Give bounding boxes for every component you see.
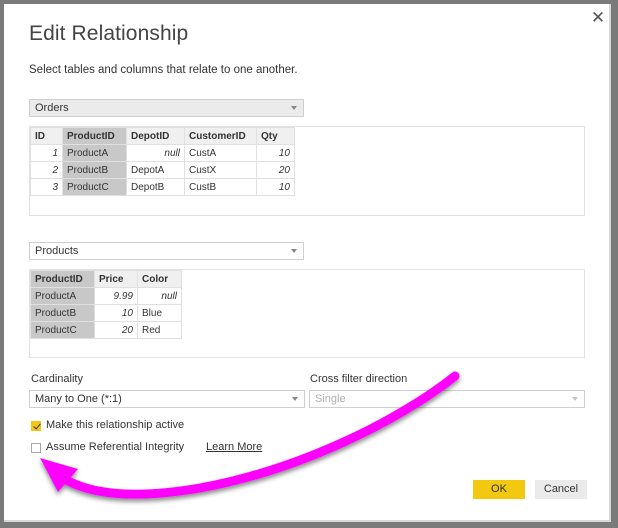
table-row: 1 ProductA null CustA 10 [30, 144, 295, 162]
chevron-down-icon [292, 397, 298, 401]
cell: 20 [94, 321, 138, 339]
cardinality-select[interactable]: Many to One (*:1) [29, 390, 305, 408]
table-row: ProductB 10 Blue [30, 304, 182, 322]
cell: 1 [30, 144, 63, 162]
active-checkbox-label: Make this relationship active [46, 419, 185, 431]
cancel-button[interactable]: Cancel [535, 480, 587, 499]
cross-filter-label: Cross filter direction [310, 373, 408, 385]
column-header-color[interactable]: Color [137, 270, 182, 288]
table1-select-value: Orders [35, 102, 69, 114]
column-header-productid[interactable]: ProductID [30, 270, 95, 288]
close-button[interactable]: ✕ [590, 8, 606, 27]
cell: CustA [184, 144, 257, 162]
cell: CustX [184, 161, 257, 179]
table2-header-row: ProductID Price Color [30, 270, 182, 288]
cell: ProductB [62, 161, 127, 179]
close-icon: ✕ [590, 8, 606, 27]
table1-header-row: ID ProductID DepotID CustomerID Qty [30, 127, 295, 145]
cell: ProductC [62, 178, 127, 196]
cell: 20 [256, 161, 295, 179]
cell: null [137, 287, 182, 305]
active-checkbox[interactable] [31, 421, 41, 431]
cell: DepotB [126, 178, 185, 196]
chevron-down-icon [291, 106, 297, 110]
cardinality-label: Cardinality [31, 373, 83, 385]
cell: ProductA [30, 287, 95, 305]
table-row: 3 ProductC DepotB CustB 10 [30, 178, 295, 196]
cell: CustB [184, 178, 257, 196]
table2-grid: ProductID Price Color ProductA 9.99 null… [30, 270, 182, 339]
cardinality-value: Many to One (*:1) [35, 393, 122, 405]
edit-relationship-dialog: ✕ Edit Relationship Select tables and co… [4, 4, 611, 522]
column-header-productid[interactable]: ProductID [62, 127, 127, 145]
cell: 10 [256, 144, 295, 162]
column-header-id[interactable]: ID [30, 127, 63, 145]
cell: ProductB [30, 304, 95, 322]
table-row: 2 ProductB DepotA CustX 20 [30, 161, 295, 179]
dialog-title: Edit Relationship [29, 22, 189, 45]
referential-integrity-label: Assume Referential Integrity [46, 441, 185, 453]
cross-filter-select[interactable]: Single [309, 390, 585, 408]
table2-select-value: Products [35, 245, 79, 257]
ok-button[interactable]: OK [473, 480, 525, 499]
chevron-down-icon [572, 397, 578, 401]
cell: ProductC [30, 321, 95, 339]
column-header-price[interactable]: Price [94, 270, 138, 288]
table1-preview: ID ProductID DepotID CustomerID Qty 1 Pr… [29, 126, 585, 216]
column-header-depotid[interactable]: DepotID [126, 127, 185, 145]
cell: Red [137, 321, 182, 339]
table1-select[interactable]: Orders [29, 99, 304, 117]
dialog-subtitle: Select tables and columns that relate to… [29, 64, 298, 76]
chevron-down-icon [291, 249, 297, 253]
cell: ProductA [62, 144, 127, 162]
cell: null [126, 144, 185, 162]
learn-more-link[interactable]: Learn More [206, 441, 262, 453]
referential-integrity-checkbox[interactable] [31, 443, 41, 453]
column-header-qty[interactable]: Qty [256, 127, 295, 145]
cell: 9.99 [94, 287, 138, 305]
column-header-customerid[interactable]: CustomerID [184, 127, 257, 145]
table2-preview: ProductID Price Color ProductA 9.99 null… [29, 269, 585, 358]
cell: 10 [94, 304, 138, 322]
table1-grid: ID ProductID DepotID CustomerID Qty 1 Pr… [30, 127, 295, 196]
table-row: ProductA 9.99 null [30, 287, 182, 305]
cross-filter-value: Single [315, 393, 346, 405]
cell: 3 [30, 178, 63, 196]
cell: Blue [137, 304, 182, 322]
cell: 10 [256, 178, 295, 196]
table2-select[interactable]: Products [29, 242, 304, 260]
cell: DepotA [126, 161, 185, 179]
cell: 2 [30, 161, 63, 179]
table-row: ProductC 20 Red [30, 321, 182, 339]
